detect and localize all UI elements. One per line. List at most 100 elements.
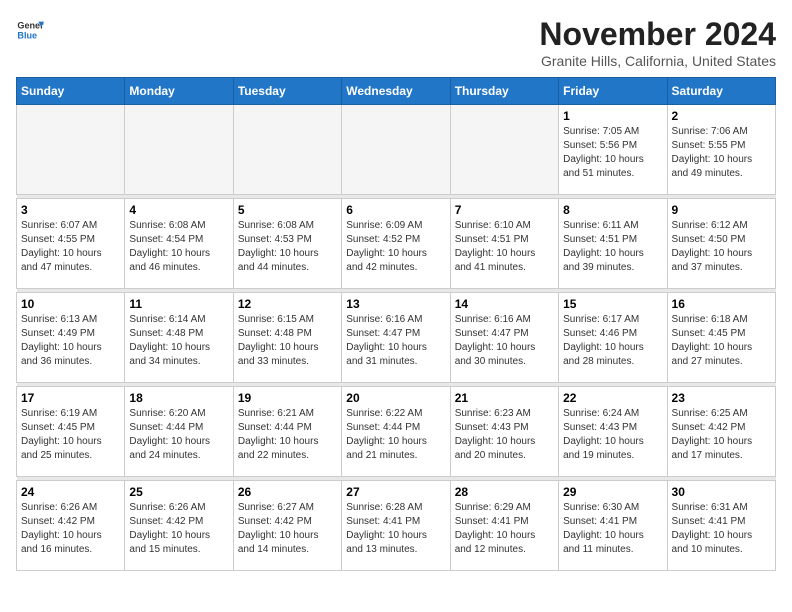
weekday-header-monday: Monday	[125, 78, 233, 105]
logo-icon: General Blue	[16, 16, 44, 44]
calendar-cell: 17 Sunrise: 6:19 AM Sunset: 4:45 PM Dayli…	[17, 387, 125, 477]
day-info: Sunrise: 6:14 AM Sunset: 4:48 PM Dayligh…	[129, 313, 228, 369]
day-info: Sunrise: 6:23 AM Sunset: 4:43 PM Dayligh…	[455, 407, 554, 463]
day-info: Sunrise: 6:26 AM Sunset: 4:42 PM Dayligh…	[129, 501, 228, 557]
day-info: Sunrise: 6:20 AM Sunset: 4:44 PM Dayligh…	[129, 407, 228, 463]
day-number: 2	[672, 109, 771, 123]
calendar-cell: 27 Sunrise: 6:28 AM Sunset: 4:41 PM Dayli…	[342, 481, 450, 571]
title-block: November 2024 Granite Hills, California,…	[539, 16, 776, 69]
calendar-week-4: 17 Sunrise: 6:19 AM Sunset: 4:45 PM Dayli…	[17, 387, 776, 477]
day-info: Sunrise: 6:21 AM Sunset: 4:44 PM Dayligh…	[238, 407, 337, 463]
day-number: 8	[563, 203, 662, 217]
calendar-cell: 26 Sunrise: 6:27 AM Sunset: 4:42 PM Dayli…	[233, 481, 341, 571]
day-info: Sunrise: 6:16 AM Sunset: 4:47 PM Dayligh…	[455, 313, 554, 369]
calendar-cell	[17, 105, 125, 195]
day-number: 5	[238, 203, 337, 217]
day-info: Sunrise: 6:13 AM Sunset: 4:49 PM Dayligh…	[21, 313, 120, 369]
day-info: Sunrise: 6:15 AM Sunset: 4:48 PM Dayligh…	[238, 313, 337, 369]
calendar-cell: 9 Sunrise: 6:12 AM Sunset: 4:50 PM Daylig…	[667, 199, 775, 289]
calendar-cell: 22Sunrise: 6:24 AM Sunset: 4:43 PM Dayli…	[559, 387, 667, 477]
day-number: 7	[455, 203, 554, 217]
calendar-cell: 16Sunrise: 6:18 AM Sunset: 4:45 PM Dayli…	[667, 293, 775, 383]
day-number: 9	[672, 203, 771, 217]
day-number: 28	[455, 485, 554, 499]
month-title: November 2024	[539, 16, 776, 53]
calendar-cell: 24 Sunrise: 6:26 AM Sunset: 4:42 PM Dayli…	[17, 481, 125, 571]
day-info: Sunrise: 6:12 AM Sunset: 4:50 PM Dayligh…	[672, 219, 771, 275]
weekday-header-sunday: Sunday	[17, 78, 125, 105]
calendar-cell: 19 Sunrise: 6:21 AM Sunset: 4:44 PM Dayli…	[233, 387, 341, 477]
day-info: Sunrise: 6:09 AM Sunset: 4:52 PM Dayligh…	[346, 219, 445, 275]
calendar-cell: 3 Sunrise: 6:07 AM Sunset: 4:55 PM Daylig…	[17, 199, 125, 289]
day-number: 23	[672, 391, 771, 405]
calendar-cell: 25 Sunrise: 6:26 AM Sunset: 4:42 PM Dayli…	[125, 481, 233, 571]
day-info: Sunrise: 6:07 AM Sunset: 4:55 PM Dayligh…	[21, 219, 120, 275]
calendar-cell	[342, 105, 450, 195]
day-number: 6	[346, 203, 445, 217]
day-number: 13	[346, 297, 445, 311]
day-info: Sunrise: 6:22 AM Sunset: 4:44 PM Dayligh…	[346, 407, 445, 463]
weekday-header-saturday: Saturday	[667, 78, 775, 105]
day-number: 24	[21, 485, 120, 499]
calendar-cell	[233, 105, 341, 195]
calendar-cell: 29Sunrise: 6:30 AM Sunset: 4:41 PM Dayli…	[559, 481, 667, 571]
day-number: 20	[346, 391, 445, 405]
calendar-cell: 7 Sunrise: 6:10 AM Sunset: 4:51 PM Daylig…	[450, 199, 558, 289]
day-number: 17	[21, 391, 120, 405]
day-number: 19	[238, 391, 337, 405]
calendar-week-2: 3 Sunrise: 6:07 AM Sunset: 4:55 PM Daylig…	[17, 199, 776, 289]
calendar-cell	[450, 105, 558, 195]
calendar-week-5: 24 Sunrise: 6:26 AM Sunset: 4:42 PM Dayli…	[17, 481, 776, 571]
day-info: Sunrise: 6:11 AM Sunset: 4:51 PM Dayligh…	[563, 219, 662, 275]
day-info: Sunrise: 6:26 AM Sunset: 4:42 PM Dayligh…	[21, 501, 120, 557]
calendar-cell: 8 Sunrise: 6:11 AM Sunset: 4:51 PM Daylig…	[559, 199, 667, 289]
calendar-week-1: 1Sunrise: 7:05 AM Sunset: 5:56 PM Daylig…	[17, 105, 776, 195]
calendar-cell: 2 Sunrise: 7:06 AM Sunset: 5:55 PM Daylig…	[667, 105, 775, 195]
calendar-cell: 14 Sunrise: 6:16 AM Sunset: 4:47 PM Dayli…	[450, 293, 558, 383]
location: Granite Hills, California, United States	[539, 53, 776, 69]
day-number: 18	[129, 391, 228, 405]
day-number: 27	[346, 485, 445, 499]
weekday-header-tuesday: Tuesday	[233, 78, 341, 105]
day-info: Sunrise: 6:16 AM Sunset: 4:47 PM Dayligh…	[346, 313, 445, 369]
day-number: 26	[238, 485, 337, 499]
day-number: 25	[129, 485, 228, 499]
calendar-cell: 5Sunrise: 6:08 AM Sunset: 4:53 PM Daylig…	[233, 199, 341, 289]
day-info: Sunrise: 7:05 AM Sunset: 5:56 PM Dayligh…	[563, 125, 662, 181]
calendar-cell: 28Sunrise: 6:29 AM Sunset: 4:41 PM Dayli…	[450, 481, 558, 571]
calendar-cell: 23 Sunrise: 6:25 AM Sunset: 4:42 PM Dayli…	[667, 387, 775, 477]
logo: General Blue	[16, 16, 44, 44]
page-header: General Blue November 2024 Granite Hills…	[16, 16, 776, 69]
day-number: 15	[563, 297, 662, 311]
day-info: Sunrise: 6:10 AM Sunset: 4:51 PM Dayligh…	[455, 219, 554, 275]
calendar-cell: 10Sunrise: 6:13 AM Sunset: 4:49 PM Dayli…	[17, 293, 125, 383]
day-info: Sunrise: 6:25 AM Sunset: 4:42 PM Dayligh…	[672, 407, 771, 463]
day-number: 21	[455, 391, 554, 405]
day-info: Sunrise: 6:19 AM Sunset: 4:45 PM Dayligh…	[21, 407, 120, 463]
day-info: Sunrise: 7:06 AM Sunset: 5:55 PM Dayligh…	[672, 125, 771, 181]
calendar-cell: 4 Sunrise: 6:08 AM Sunset: 4:54 PM Daylig…	[125, 199, 233, 289]
day-number: 3	[21, 203, 120, 217]
calendar-cell: 1Sunrise: 7:05 AM Sunset: 5:56 PM Daylig…	[559, 105, 667, 195]
weekday-header-friday: Friday	[559, 78, 667, 105]
day-info: Sunrise: 6:08 AM Sunset: 4:54 PM Dayligh…	[129, 219, 228, 275]
day-info: Sunrise: 6:30 AM Sunset: 4:41 PM Dayligh…	[563, 501, 662, 557]
weekday-header-thursday: Thursday	[450, 78, 558, 105]
calendar-table: SundayMondayTuesdayWednesdayThursdayFrid…	[16, 77, 776, 571]
calendar-cell: 11 Sunrise: 6:14 AM Sunset: 4:48 PM Dayli…	[125, 293, 233, 383]
day-info: Sunrise: 6:31 AM Sunset: 4:41 PM Dayligh…	[672, 501, 771, 557]
day-number: 14	[455, 297, 554, 311]
day-number: 30	[672, 485, 771, 499]
svg-text:Blue: Blue	[17, 30, 37, 40]
day-number: 11	[129, 297, 228, 311]
day-info: Sunrise: 6:27 AM Sunset: 4:42 PM Dayligh…	[238, 501, 337, 557]
day-info: Sunrise: 6:28 AM Sunset: 4:41 PM Dayligh…	[346, 501, 445, 557]
weekday-header-row: SundayMondayTuesdayWednesdayThursdayFrid…	[17, 78, 776, 105]
calendar-cell: 12Sunrise: 6:15 AM Sunset: 4:48 PM Dayli…	[233, 293, 341, 383]
calendar-cell	[125, 105, 233, 195]
day-info: Sunrise: 6:18 AM Sunset: 4:45 PM Dayligh…	[672, 313, 771, 369]
calendar-cell: 20 Sunrise: 6:22 AM Sunset: 4:44 PM Dayli…	[342, 387, 450, 477]
day-number: 4	[129, 203, 228, 217]
calendar-cell: 21 Sunrise: 6:23 AM Sunset: 4:43 PM Dayli…	[450, 387, 558, 477]
calendar-cell: 6 Sunrise: 6:09 AM Sunset: 4:52 PM Daylig…	[342, 199, 450, 289]
